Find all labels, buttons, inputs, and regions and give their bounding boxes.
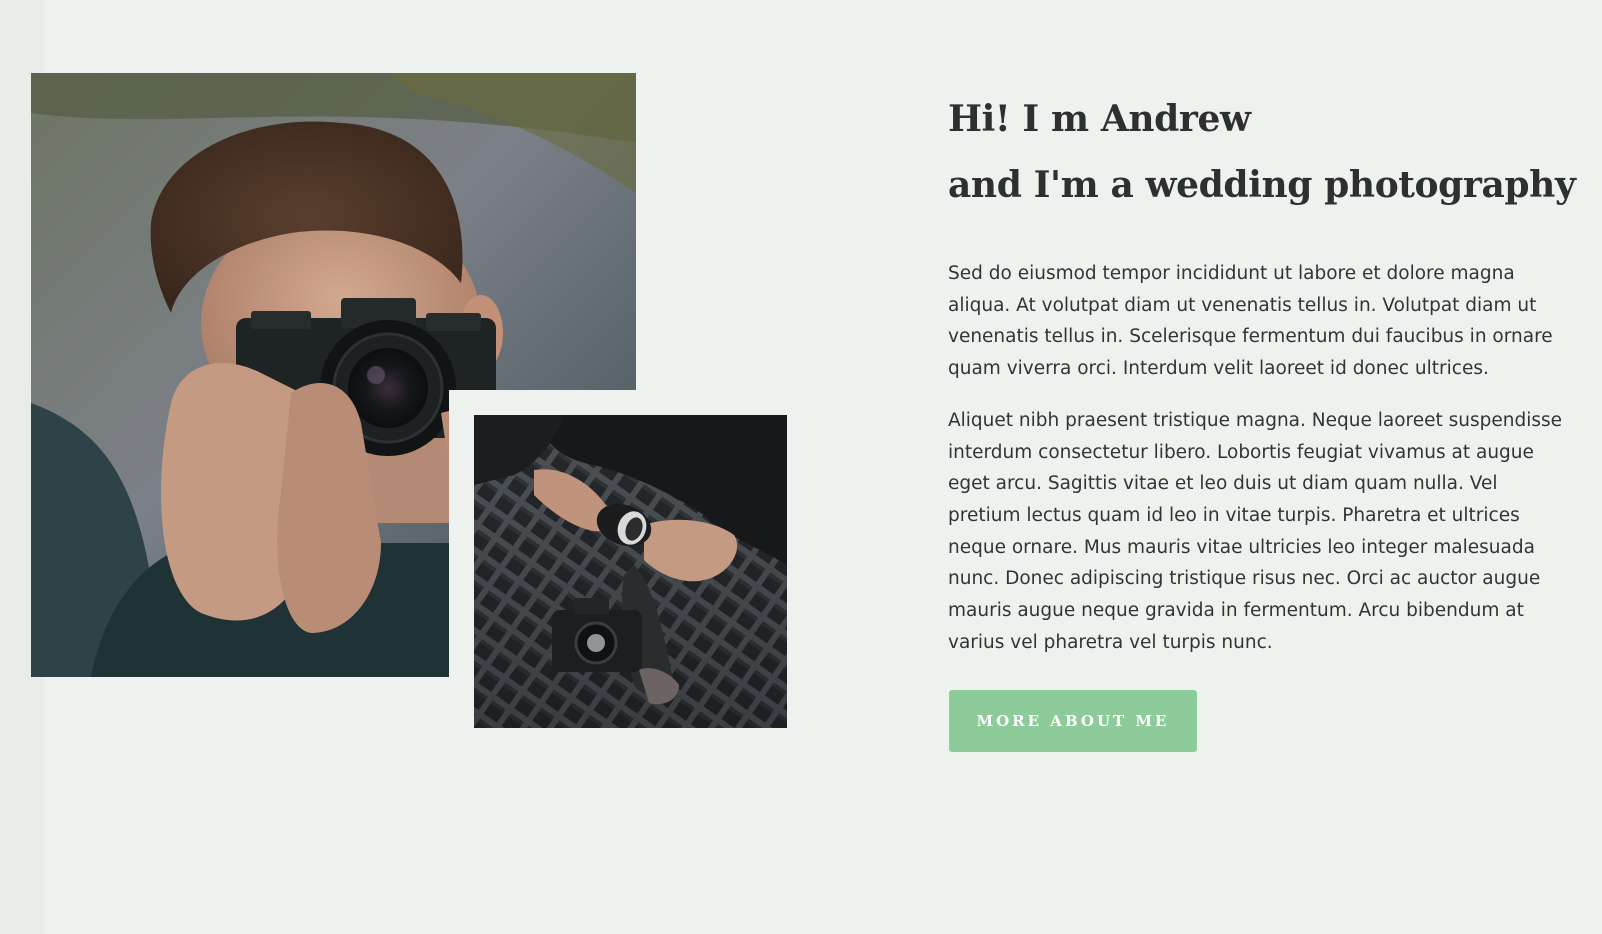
heading-line-1: Hi! I m Andrew (948, 98, 1251, 140)
about-paragraph-1: Sed do eiusmod tempor incididunt ut labo… (948, 263, 1553, 380)
about-text-column: Hi! I m Andrew and I'm a wedding photogr… (948, 86, 1576, 658)
about-heading: Hi! I m Andrew and I'm a wedding photogr… (948, 86, 1576, 218)
lens-photo (474, 415, 787, 728)
more-about-me-button[interactable]: MORE ABOUT ME (949, 690, 1197, 752)
lens-image (474, 415, 787, 728)
about-paragraph-2: Aliquet nibh praesent tristique magna. N… (948, 409, 1563, 653)
heading-line-2: and I'm a wedding photography (948, 164, 1576, 206)
